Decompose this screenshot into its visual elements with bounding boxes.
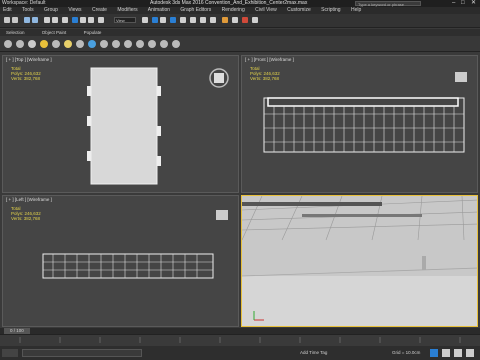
menu-customize[interactable]: Customize: [287, 7, 311, 13]
viewport-perspective[interactable]: [241, 195, 478, 327]
layers-icon[interactable]: [172, 40, 180, 48]
menu-scripting[interactable]: Scripting: [321, 7, 340, 13]
shape-icon[interactable]: [16, 40, 24, 48]
prompt-line: [22, 349, 142, 357]
ribbon-tab-object-paint[interactable]: Object Paint: [42, 30, 67, 35]
add-time-tag-button[interactable]: Add Time Tag: [300, 349, 327, 357]
maximize-button[interactable]: □: [461, 0, 465, 7]
ribbon-tab-populate[interactable]: Populate: [84, 30, 102, 35]
main-toolbar: View: [0, 14, 480, 28]
next-frame-icon[interactable]: [454, 349, 462, 357]
menu-tools[interactable]: Tools: [22, 7, 34, 13]
workspace-selector[interactable]: Workspace: Default: [2, 0, 46, 7]
utility-icon[interactable]: [100, 40, 108, 48]
perspective-view-render: [242, 196, 477, 326]
helper-icon[interactable]: [64, 40, 72, 48]
reference-coordinate-dropdown[interactable]: View: [114, 17, 136, 23]
menu-animation[interactable]: Animation: [148, 7, 170, 13]
ribbon-tab-selection[interactable]: Selection: [6, 30, 25, 35]
menu-graph-editors[interactable]: Graph Editors: [180, 7, 211, 13]
viewcube-icon[interactable]: [213, 208, 231, 222]
spacewarp-icon[interactable]: [76, 40, 84, 48]
select-by-name-icon[interactable]: [52, 17, 58, 23]
scale-icon[interactable]: [88, 17, 94, 23]
front-view-geometry: [263, 97, 465, 153]
filter-icon[interactable]: [160, 40, 168, 48]
undo-icon[interactable]: [4, 17, 10, 23]
camera-icon[interactable]: [52, 40, 60, 48]
menu-edit[interactable]: Edit: [3, 7, 12, 13]
rectangle-select-icon[interactable]: [62, 17, 68, 23]
viewcube-icon[interactable]: [207, 66, 231, 90]
menu-modifiers[interactable]: Modifiers: [117, 7, 137, 13]
modify-icon[interactable]: [136, 40, 144, 48]
select-object-icon[interactable]: [44, 17, 50, 23]
viewport-front[interactable]: [ + ] [Front ] [Wireframe ] Total Polys:…: [241, 55, 478, 193]
menu-group[interactable]: Group: [44, 7, 58, 13]
zoom-extents-icon[interactable]: [466, 349, 474, 357]
search-input[interactable]: Type a keyword or phrase: [355, 1, 421, 7]
play-icon[interactable]: [442, 349, 450, 357]
menu-views[interactable]: Views: [68, 7, 81, 13]
curve-editor-icon[interactable]: [200, 17, 206, 23]
move-icon[interactable]: [72, 17, 78, 23]
title-bar: Workspace: Default Autodesk 3ds Max 2016…: [0, 0, 480, 7]
menu-bar: Edit Tools Group Views Create Modifiers …: [0, 7, 480, 14]
menu-help[interactable]: Help: [351, 7, 361, 13]
align-icon[interactable]: [180, 17, 186, 23]
auto-key-button[interactable]: [430, 349, 438, 357]
track-bar[interactable]: [0, 334, 480, 346]
shape-icon[interactable]: [4, 40, 12, 48]
unlink-icon[interactable]: [32, 17, 38, 23]
top-view-geometry: [87, 67, 161, 185]
window-title: Autodesk 3ds Max 2016 Convention_And_Exh…: [150, 0, 308, 6]
motion-icon[interactable]: [124, 40, 132, 48]
render-frame-icon[interactable]: [242, 17, 248, 23]
render-icon[interactable]: [252, 17, 258, 23]
display-icon[interactable]: [88, 40, 96, 48]
link-icon[interactable]: [24, 17, 30, 23]
viewport-top[interactable]: [ + ] [Top ] [Wireframe ] Total Polys: 2…: [2, 55, 239, 193]
rotate-icon[interactable]: [80, 17, 86, 23]
axis-tripod-icon: [253, 311, 264, 321]
minimize-button[interactable]: –: [452, 0, 455, 7]
secondary-toolbar: [0, 36, 480, 52]
render-setup-icon[interactable]: [232, 17, 238, 23]
snap-icon[interactable]: [142, 17, 148, 23]
ribbon-tabs: Selection Object Paint Populate: [0, 29, 480, 36]
hierarchy-icon[interactable]: [112, 40, 120, 48]
create-icon[interactable]: [148, 40, 156, 48]
angle-snap-icon[interactable]: [152, 17, 158, 23]
viewport-left[interactable]: [ + ] [Left ] [Wireframe ] Total Polys: …: [2, 195, 239, 327]
light-icon[interactable]: [40, 40, 48, 48]
grid-size-readout: Grid = 10.0cm: [392, 350, 421, 355]
close-button[interactable]: ✕: [471, 0, 476, 7]
viewcube-icon[interactable]: [452, 70, 470, 84]
pivot-icon[interactable]: [98, 17, 104, 23]
menu-rendering[interactable]: Rendering: [222, 7, 245, 13]
menu-civil-view[interactable]: Civil View: [255, 7, 277, 13]
redo-icon[interactable]: [12, 17, 18, 23]
status-bar: Grid = 10.0cm Add Time Tag: [0, 346, 480, 360]
material-editor-icon[interactable]: [222, 17, 228, 23]
left-view-geometry: [42, 253, 214, 279]
maxscript-listener[interactable]: [2, 349, 18, 357]
mirror-icon[interactable]: [170, 17, 176, 23]
schematic-view-icon[interactable]: [210, 17, 216, 23]
menu-create[interactable]: Create: [92, 7, 107, 13]
layer-icon[interactable]: [190, 17, 196, 23]
sphere-icon[interactable]: [28, 40, 36, 48]
percent-snap-icon[interactable]: [160, 17, 166, 23]
